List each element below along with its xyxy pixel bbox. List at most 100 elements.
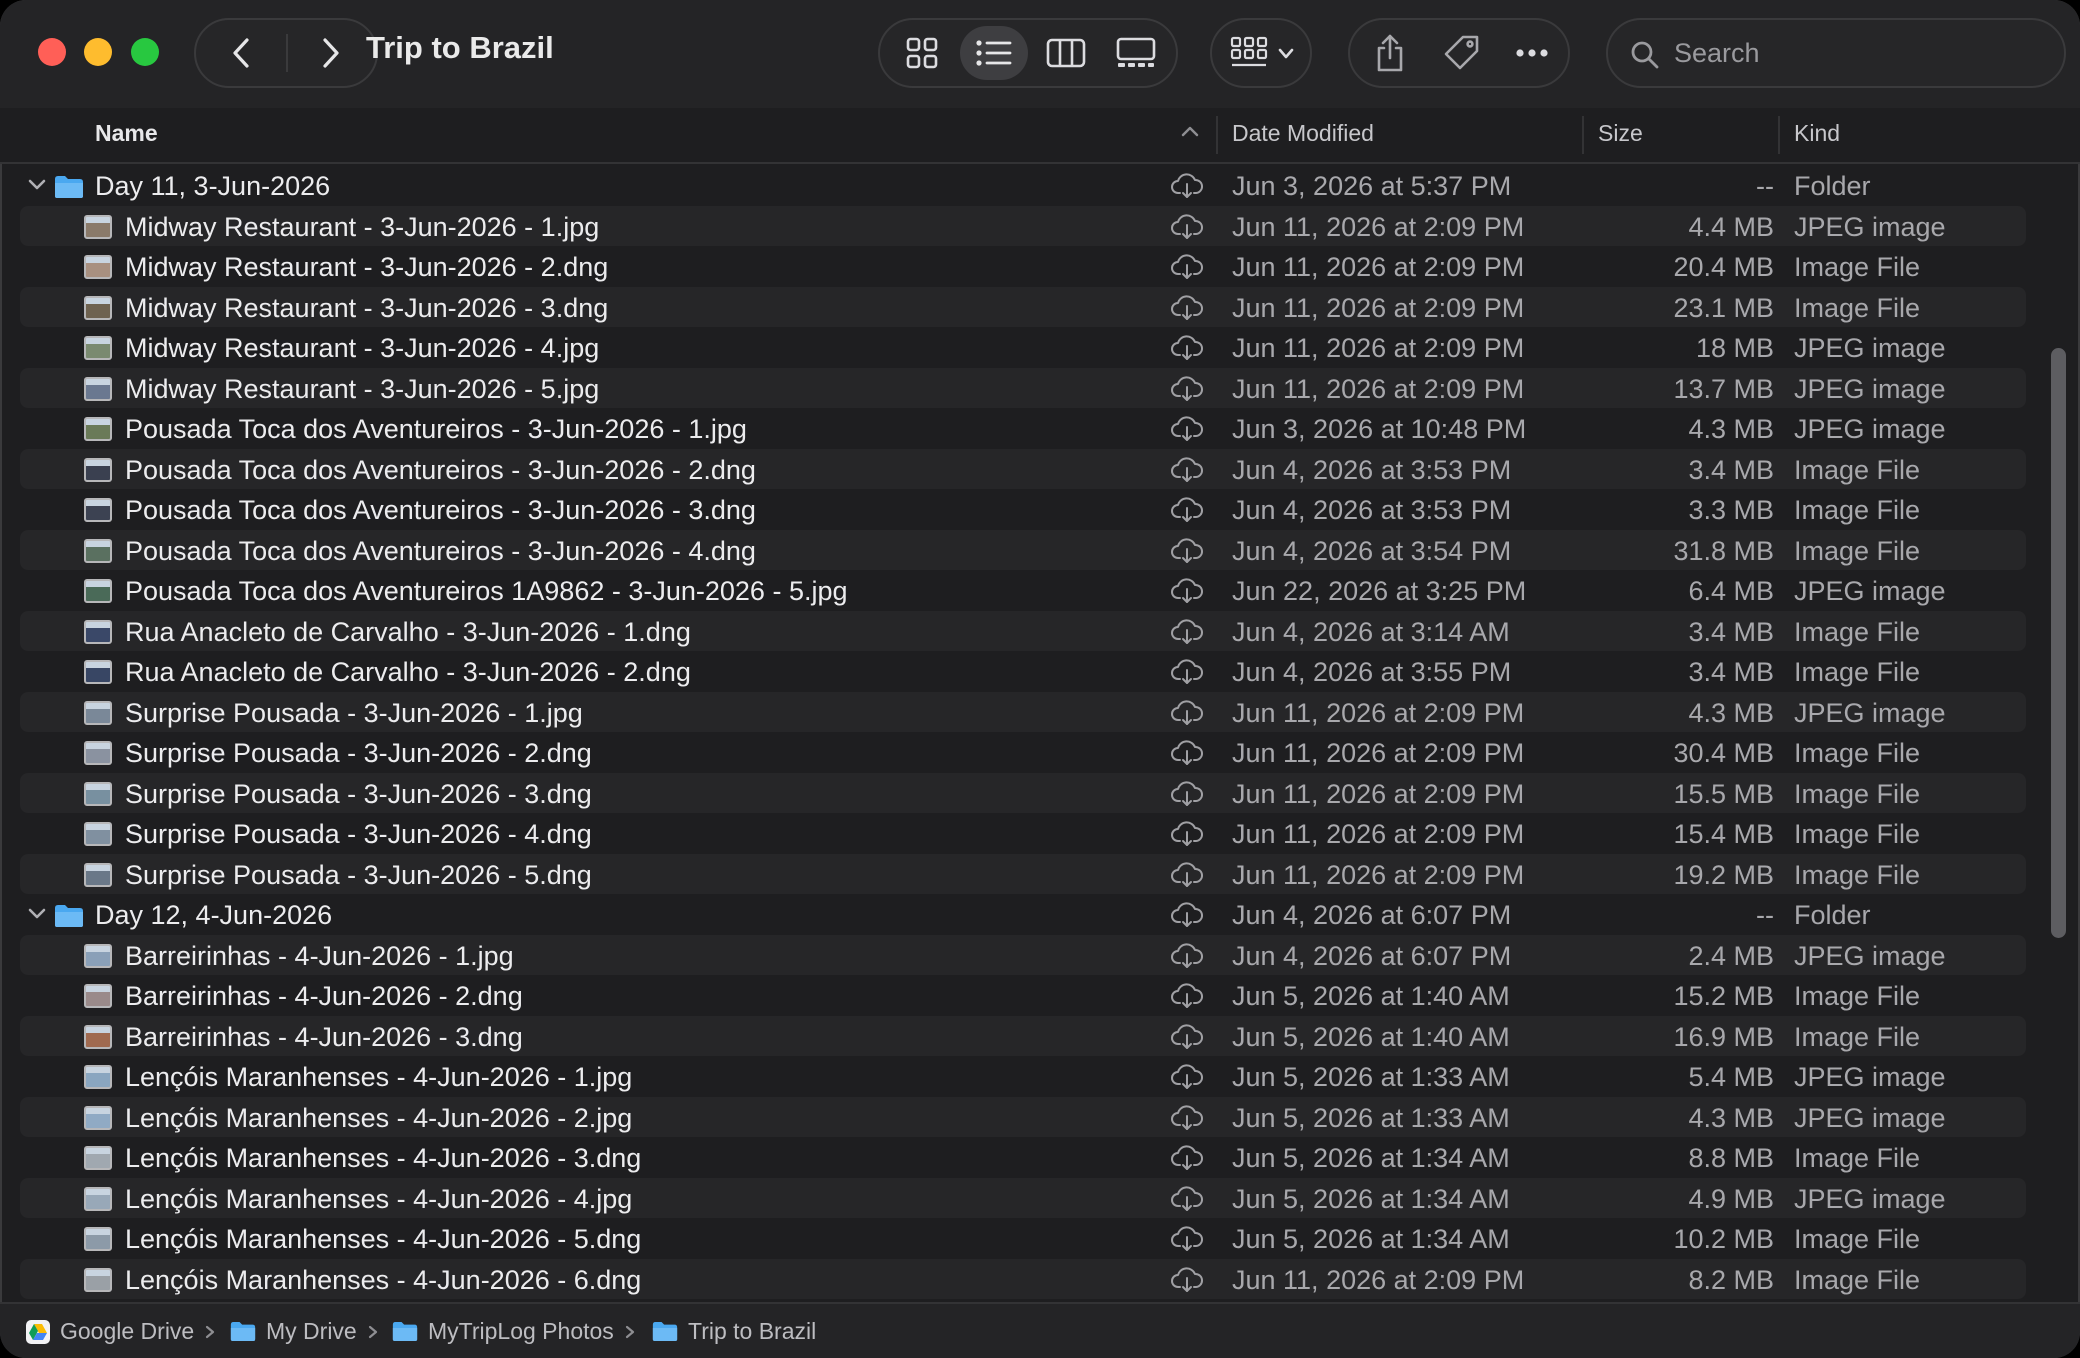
cloud-download-icon[interactable] bbox=[1170, 983, 1204, 1009]
cloud-download-icon[interactable] bbox=[1170, 740, 1204, 766]
cloud-download-icon[interactable] bbox=[1170, 1023, 1204, 1050]
file-row[interactable]: Surprise Pousada - 3-Jun-2026 - 4.dng Jun… bbox=[20, 813, 2026, 854]
file-row[interactable]: Pousada Toca dos Aventureiros - 3-Jun-20… bbox=[20, 408, 2026, 449]
column-header-date[interactable]: Date Modified bbox=[1232, 120, 1374, 147]
search-placeholder: Search bbox=[1674, 38, 1760, 68]
cloud-download-icon[interactable] bbox=[1170, 821, 1204, 847]
cloud-download-icon[interactable] bbox=[1170, 578, 1204, 604]
file-row[interactable]: Lençóis Maranhenses - 4-Jun-2026 - 3.dng… bbox=[20, 1137, 2026, 1178]
minimize-window-button[interactable] bbox=[84, 38, 112, 66]
file-row[interactable]: Pousada Toca dos Aventureiros - 3-Jun-20… bbox=[20, 529, 2026, 570]
column-view-button[interactable] bbox=[1032, 26, 1100, 80]
column-divider[interactable] bbox=[1778, 116, 1780, 154]
list-view-button[interactable] bbox=[960, 26, 1028, 80]
disclosure-chevron-icon[interactable] bbox=[26, 175, 48, 195]
file-row[interactable]: Midway Restaurant - 3-Jun-2026 - 2.dng Ju… bbox=[20, 246, 2026, 287]
tag-button[interactable] bbox=[1428, 26, 1496, 80]
file-name: Lençóis Maranhenses - 4-Jun-2026 - 4.jpg bbox=[125, 1183, 633, 1214]
folder-row[interactable]: Day 11, 3-Jun-2026 Jun 3, 2026 at 5:37 PM… bbox=[20, 165, 2026, 206]
folder-row[interactable]: Day 12, 4-Jun-2026 Jun 4, 2026 at 6:07 PM… bbox=[20, 894, 2026, 935]
date-modified: Jun 4, 2026 at 6:07 PM bbox=[1232, 900, 1512, 930]
forward-button[interactable] bbox=[286, 20, 376, 86]
breadcrumb-label: Trip to Brazil bbox=[688, 1318, 817, 1344]
breadcrumb-item[interactable]: Trip to Brazil bbox=[652, 1318, 816, 1345]
column-divider[interactable] bbox=[1216, 116, 1218, 154]
file-row[interactable]: Midway Restaurant - 3-Jun-2026 - 4.jpg Ju… bbox=[20, 327, 2026, 368]
cloud-download-icon[interactable] bbox=[1170, 254, 1204, 280]
file-row[interactable]: Lençóis Maranhenses - 4-Jun-2026 - 4.jpg… bbox=[20, 1177, 2026, 1218]
group-by-button[interactable] bbox=[1210, 18, 1312, 88]
image-thumbnail-icon bbox=[84, 1024, 112, 1049]
image-thumbnail-icon bbox=[84, 538, 112, 563]
gallery-view-button[interactable] bbox=[1102, 26, 1170, 80]
cloud-download-icon[interactable] bbox=[1170, 780, 1204, 807]
icon-view-button[interactable] bbox=[888, 26, 956, 80]
file-name: Midway Restaurant - 3-Jun-2026 - 3.dng bbox=[125, 292, 609, 323]
date-modified: Jun 5, 2026 at 1:34 AM bbox=[1232, 1143, 1510, 1173]
file-row[interactable]: Lençóis Maranhenses - 4-Jun-2026 - 1.jpg… bbox=[20, 1056, 2026, 1097]
cloud-download-icon[interactable] bbox=[1170, 173, 1204, 199]
more-actions-button[interactable] bbox=[1498, 26, 1566, 80]
file-row[interactable]: Lençóis Maranhenses - 4-Jun-2026 - 6.dng… bbox=[20, 1258, 2026, 1299]
file-row[interactable]: Barreirinhas - 4-Jun-2026 - 2.dng Jun 5, … bbox=[20, 975, 2026, 1016]
search-field[interactable]: Search bbox=[1606, 18, 2066, 88]
file-row[interactable]: Midway Restaurant - 3-Jun-2026 - 5.jpg Ju… bbox=[20, 367, 2026, 408]
file-kind: JPEG image bbox=[1794, 940, 1946, 971]
cloud-download-icon[interactable] bbox=[1170, 497, 1204, 523]
file-row[interactable]: Pousada Toca dos Aventureiros - 3-Jun-20… bbox=[20, 448, 2026, 489]
file-row[interactable]: Barreirinhas - 4-Jun-2026 - 1.jpg Jun 4, … bbox=[20, 934, 2026, 975]
breadcrumb-item[interactable]: My Drive bbox=[230, 1318, 379, 1345]
share-button[interactable] bbox=[1356, 26, 1424, 80]
file-row[interactable]: Midway Restaurant - 3-Jun-2026 - 1.jpg Ju… bbox=[20, 205, 2026, 246]
column-header-name[interactable]: Name bbox=[95, 120, 158, 147]
file-row[interactable]: Surprise Pousada - 3-Jun-2026 - 3.dng Jun… bbox=[20, 772, 2026, 813]
file-row[interactable]: Surprise Pousada - 3-Jun-2026 - 1.jpg Jun… bbox=[20, 691, 2026, 732]
cloud-download-icon[interactable] bbox=[1170, 416, 1204, 442]
cloud-download-icon[interactable] bbox=[1170, 537, 1204, 564]
cloud-download-icon[interactable] bbox=[1170, 335, 1204, 361]
image-thumbnail-icon bbox=[84, 336, 112, 360]
file-row[interactable]: Surprise Pousada - 3-Jun-2026 - 2.dng Jun… bbox=[20, 732, 2026, 773]
cloud-download-icon[interactable] bbox=[1170, 294, 1204, 321]
column-divider[interactable] bbox=[1582, 116, 1584, 154]
file-kind: Folder bbox=[1794, 900, 1871, 930]
cloud-download-icon[interactable] bbox=[1170, 902, 1204, 928]
image-thumbnail-icon bbox=[84, 1267, 112, 1292]
disclosure-chevron-icon[interactable] bbox=[26, 904, 48, 924]
close-window-button[interactable] bbox=[38, 38, 66, 66]
back-button[interactable] bbox=[196, 20, 286, 86]
cloud-download-icon[interactable] bbox=[1170, 375, 1204, 402]
file-row[interactable]: Pousada Toca dos Aventureiros - 3-Jun-20… bbox=[20, 489, 2026, 530]
cloud-download-icon[interactable] bbox=[1170, 618, 1204, 645]
cloud-download-icon[interactable] bbox=[1170, 861, 1204, 888]
cloud-download-icon[interactable] bbox=[1170, 1145, 1204, 1171]
file-row[interactable]: Lençóis Maranhenses - 4-Jun-2026 - 5.dng… bbox=[20, 1218, 2026, 1259]
file-row[interactable]: Rua Anacleto de Carvalho - 3-Jun-2026 - … bbox=[20, 610, 2026, 651]
folder-icon bbox=[230, 1321, 256, 1342]
zoom-window-button[interactable] bbox=[131, 38, 159, 66]
cloud-download-icon[interactable] bbox=[1170, 942, 1204, 969]
breadcrumb-item[interactable]: Google Drive bbox=[26, 1318, 216, 1345]
scrollbar-thumb[interactable] bbox=[2051, 348, 2066, 938]
cloud-download-icon[interactable] bbox=[1170, 1185, 1204, 1212]
cloud-download-icon[interactable] bbox=[1170, 659, 1204, 685]
file-row[interactable]: Lençóis Maranhenses - 4-Jun-2026 - 2.jpg… bbox=[20, 1096, 2026, 1137]
date-modified: Jun 4, 2026 at 3:53 PM bbox=[1232, 454, 1512, 485]
breadcrumb-item[interactable]: MyTripLog Photos bbox=[392, 1318, 636, 1345]
file-row[interactable]: Surprise Pousada - 3-Jun-2026 - 5.dng Jun… bbox=[20, 853, 2026, 894]
cloud-download-icon[interactable] bbox=[1170, 1266, 1204, 1293]
cloud-download-icon[interactable] bbox=[1170, 1064, 1204, 1090]
cloud-download-icon[interactable] bbox=[1170, 1104, 1204, 1131]
breadcrumb-label: MyTripLog Photos bbox=[428, 1318, 614, 1344]
cloud-download-icon[interactable] bbox=[1170, 699, 1204, 726]
file-row[interactable]: Pousada Toca dos Aventureiros 1A9862 - 3… bbox=[20, 570, 2026, 611]
file-row[interactable]: Rua Anacleto de Carvalho - 3-Jun-2026 - … bbox=[20, 651, 2026, 692]
file-name: Pousada Toca dos Aventureiros - 3-Jun-20… bbox=[125, 495, 756, 525]
cloud-download-icon[interactable] bbox=[1170, 213, 1204, 240]
cloud-download-icon[interactable] bbox=[1170, 456, 1204, 483]
column-header-kind[interactable]: Kind bbox=[1794, 120, 1840, 147]
column-header-size[interactable]: Size bbox=[1598, 120, 1643, 147]
file-row[interactable]: Barreirinhas - 4-Jun-2026 - 3.dng Jun 5, … bbox=[20, 1015, 2026, 1056]
cloud-download-icon[interactable] bbox=[1170, 1226, 1204, 1252]
file-row[interactable]: Midway Restaurant - 3-Jun-2026 - 3.dng Ju… bbox=[20, 286, 2026, 327]
